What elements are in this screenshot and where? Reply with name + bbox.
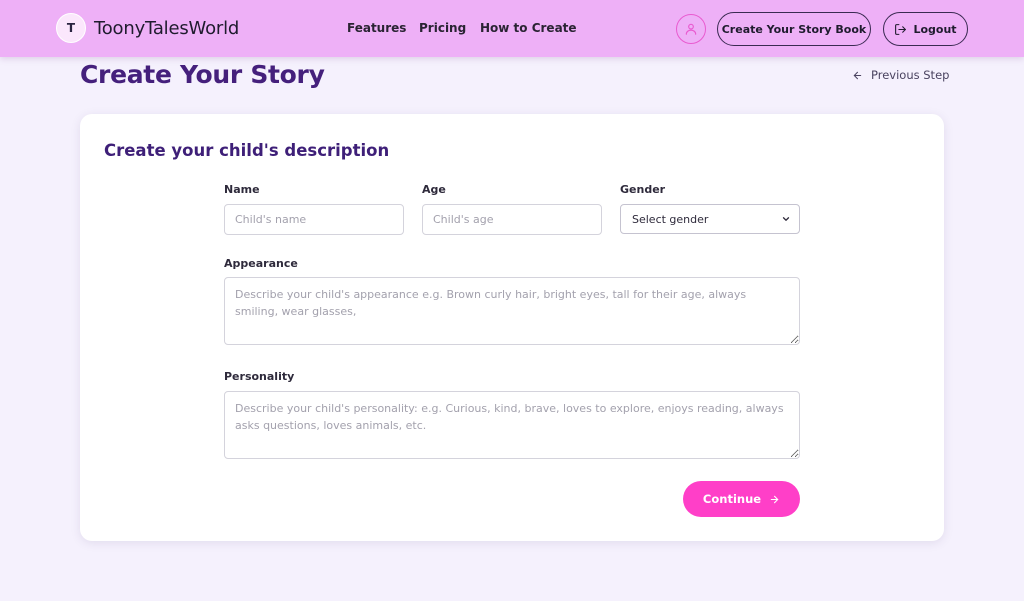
- user-icon: [685, 23, 697, 35]
- logout-button[interactable]: Logout: [883, 12, 968, 46]
- page-title: Create Your Story: [80, 60, 325, 89]
- arrow-left-icon: [853, 71, 862, 79]
- create-story-book-button[interactable]: Create Your Story Book: [717, 12, 871, 46]
- nav-link-how-to-create[interactable]: How to Create: [480, 21, 577, 35]
- appearance-textarea[interactable]: [224, 277, 800, 345]
- logout-label: Logout: [913, 22, 957, 36]
- name-input[interactable]: [224, 204, 404, 235]
- chevron-down-icon: [782, 217, 790, 221]
- brand-logo[interactable]: T ToonyTalesWorld: [56, 13, 239, 43]
- brand-badge: T: [56, 13, 86, 43]
- previous-step-link[interactable]: Previous Step: [852, 68, 949, 82]
- age-label: Age: [422, 183, 446, 196]
- nav-link-pricing[interactable]: Pricing: [419, 21, 466, 35]
- continue-label: Continue: [702, 492, 762, 506]
- gender-selected-value: Select gender: [632, 212, 709, 226]
- profile-button[interactable]: [676, 14, 706, 44]
- arrow-right-icon: [770, 495, 779, 503]
- continue-button[interactable]: Continue: [683, 481, 800, 517]
- gender-select[interactable]: Select gender: [620, 204, 800, 234]
- personality-label: Personality: [224, 370, 295, 383]
- name-label: Name: [224, 183, 260, 196]
- personality-textarea[interactable]: [224, 391, 800, 459]
- gender-label: Gender: [620, 183, 666, 196]
- top-navbar: T ToonyTalesWorld Features Pricing How t…: [0, 0, 1024, 57]
- child-description-card: Create your child's description Name Age…: [80, 114, 944, 541]
- nav-link-features[interactable]: Features: [347, 21, 406, 35]
- logout-icon: [895, 23, 907, 35]
- previous-step-label: Previous Step: [871, 68, 950, 82]
- brand-name: ToonyTalesWorld: [94, 17, 240, 39]
- age-input[interactable]: [422, 204, 602, 235]
- card-title: Create your child's description: [104, 141, 390, 160]
- appearance-label: Appearance: [224, 257, 298, 270]
